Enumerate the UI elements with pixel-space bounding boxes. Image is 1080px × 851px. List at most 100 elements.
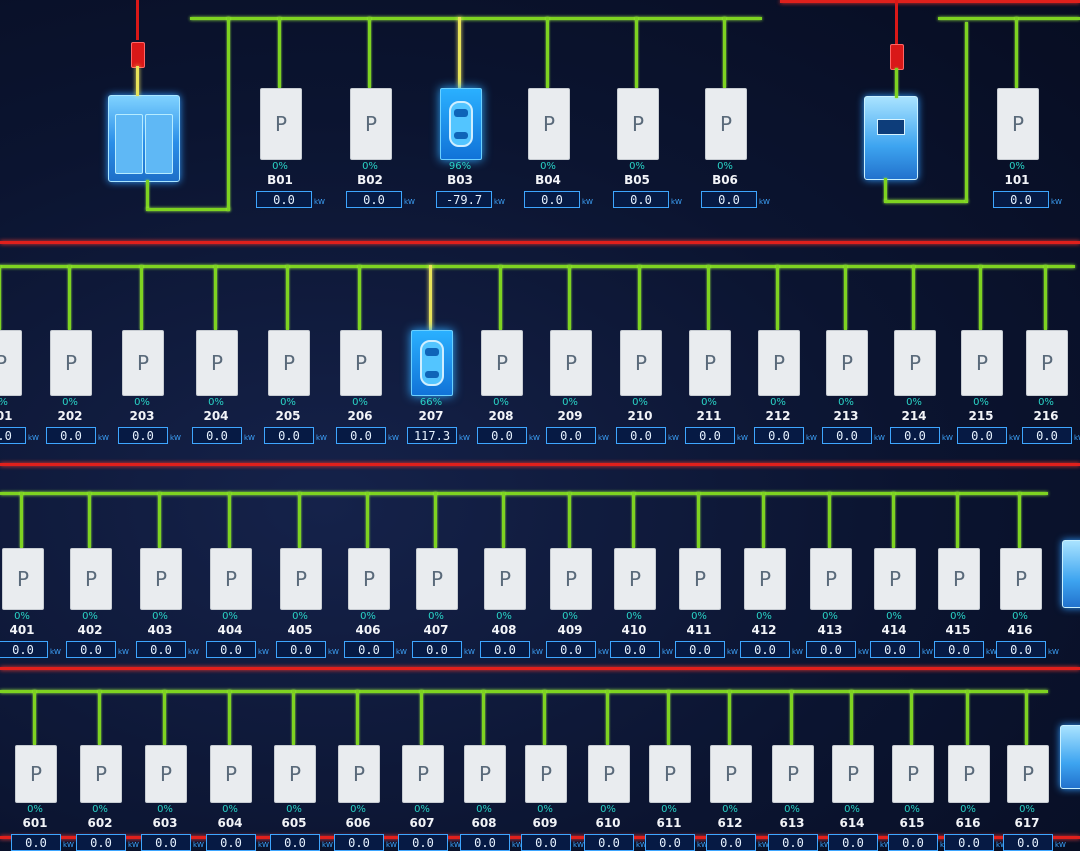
charge-percent: 0%: [1009, 161, 1025, 172]
parking-spot-605[interactable]: P: [274, 745, 316, 803]
unit-label: kW: [328, 648, 339, 656]
section-separator: [780, 0, 1080, 3]
parking-spot-602[interactable]: P: [80, 745, 122, 803]
spot-label: 607: [409, 816, 435, 830]
parking-spot-207[interactable]: [411, 330, 453, 396]
parking-spot-214[interactable]: P: [894, 330, 936, 396]
parking-spot-211[interactable]: P: [689, 330, 731, 396]
charge-percent: 0%: [756, 611, 772, 622]
parking-spot-101[interactable]: P: [997, 88, 1039, 160]
parking-spot-601[interactable]: P: [15, 745, 57, 803]
parking-spot-402[interactable]: P: [70, 548, 112, 610]
unit-label: kW: [737, 434, 748, 442]
parking-spot-617[interactable]: P: [1007, 745, 1049, 803]
power-readout: 0.0: [11, 834, 61, 851]
parking-spot-404[interactable]: P: [210, 548, 252, 610]
charge-percent: 0%: [414, 804, 430, 815]
feeder-line: [358, 265, 361, 330]
parking-spot-416[interactable]: P: [1000, 548, 1042, 610]
charge-percent: 0%: [844, 804, 860, 815]
parking-spot-412[interactable]: P: [744, 548, 786, 610]
parking-spot-414[interactable]: P: [874, 548, 916, 610]
parking-spot-612[interactable]: P: [710, 745, 752, 803]
parking-spot-406[interactable]: P: [348, 548, 390, 610]
power-readout: 0.0: [944, 834, 994, 851]
parking-spot-B01[interactable]: P: [260, 88, 302, 160]
power-readout: 117.3: [407, 427, 457, 444]
parking-spot-203[interactable]: P: [122, 330, 164, 396]
charge-percent: 0%: [476, 804, 492, 815]
unit-label: kW: [858, 648, 869, 656]
spot-label: 414: [881, 623, 907, 637]
spot-label: 206: [347, 409, 373, 423]
parking-spot-606[interactable]: P: [338, 745, 380, 803]
feeder-line: [635, 17, 638, 88]
parking-spot-215[interactable]: P: [961, 330, 1003, 396]
parking-spot-604[interactable]: P: [210, 745, 252, 803]
unit-label: kW: [98, 434, 109, 442]
charge-percent: 0%: [1012, 611, 1028, 622]
parking-spot-407[interactable]: P: [416, 548, 458, 610]
parking-spot-615[interactable]: P: [892, 745, 934, 803]
parking-spot-411[interactable]: P: [679, 548, 721, 610]
feeder-line: [356, 690, 359, 745]
parking-spot-415[interactable]: P: [938, 548, 980, 610]
charge-percent: 0%: [92, 804, 108, 815]
parking-spot-405[interactable]: P: [280, 548, 322, 610]
charge-percent: 0%: [62, 397, 78, 408]
parking-spot-613[interactable]: P: [772, 745, 814, 803]
parking-spot-413[interactable]: P: [810, 548, 852, 610]
parking-spot-216[interactable]: P: [1026, 330, 1068, 396]
spot-label: 215: [968, 409, 994, 423]
power-readout: 0.0: [524, 191, 580, 208]
parking-spot-B05[interactable]: P: [617, 88, 659, 160]
parking-spot-B03[interactable]: [440, 88, 482, 160]
unit-label: kW: [314, 198, 325, 206]
parking-spot-212[interactable]: P: [758, 330, 800, 396]
parking-spot-408[interactable]: P: [484, 548, 526, 610]
parking-spot-603[interactable]: P: [145, 745, 187, 803]
parking-spot-206[interactable]: P: [340, 330, 382, 396]
section-separator: [0, 241, 1080, 244]
parking-spot-409[interactable]: P: [550, 548, 592, 610]
feeder-line: [228, 690, 231, 745]
charge-percent: 0%: [632, 397, 648, 408]
parking-spot-208[interactable]: P: [481, 330, 523, 396]
parking-spot-401[interactable]: P: [2, 548, 44, 610]
parking-spot-B04[interactable]: P: [528, 88, 570, 160]
power-readout: 0.0: [264, 427, 314, 444]
spot-label: 409: [557, 623, 583, 637]
feeder-line: [458, 17, 461, 88]
parking-spot-204[interactable]: P: [196, 330, 238, 396]
parking-spot-410[interactable]: P: [614, 548, 656, 610]
parking-spot-610[interactable]: P: [588, 745, 630, 803]
parking-spot-611[interactable]: P: [649, 745, 691, 803]
spot-label: 202: [57, 409, 83, 423]
parking-spot-616[interactable]: P: [948, 745, 990, 803]
spot-label: 404: [217, 623, 243, 637]
parking-spot-609[interactable]: P: [525, 745, 567, 803]
feeder-line: [844, 265, 847, 330]
parking-spot-614[interactable]: P: [832, 745, 874, 803]
parking-spot-B02[interactable]: P: [350, 88, 392, 160]
spot-label: 615: [899, 816, 925, 830]
parking-spot-608[interactable]: P: [464, 745, 506, 803]
parking-spot-210[interactable]: P: [620, 330, 662, 396]
parking-spot-205[interactable]: P: [268, 330, 310, 396]
charge-percent: 0%: [208, 397, 224, 408]
parking-spot-202[interactable]: P: [50, 330, 92, 396]
feeder-line: [667, 690, 670, 745]
feeder-line: [0, 265, 1, 330]
parking-spot-209[interactable]: P: [550, 330, 592, 396]
parking-spot-403[interactable]: P: [140, 548, 182, 610]
parking-spot-201[interactable]: P: [0, 330, 22, 396]
feeder-line: [850, 690, 853, 745]
parking-spot-B06[interactable]: P: [705, 88, 747, 160]
power-readout: 0.0: [616, 427, 666, 444]
cabinet-door: [145, 114, 173, 174]
spot-label: 406: [355, 623, 381, 637]
parking-spot-607[interactable]: P: [402, 745, 444, 803]
spot-label: 617: [1014, 816, 1040, 830]
parking-spot-213[interactable]: P: [826, 330, 868, 396]
spot-label: 210: [627, 409, 653, 423]
